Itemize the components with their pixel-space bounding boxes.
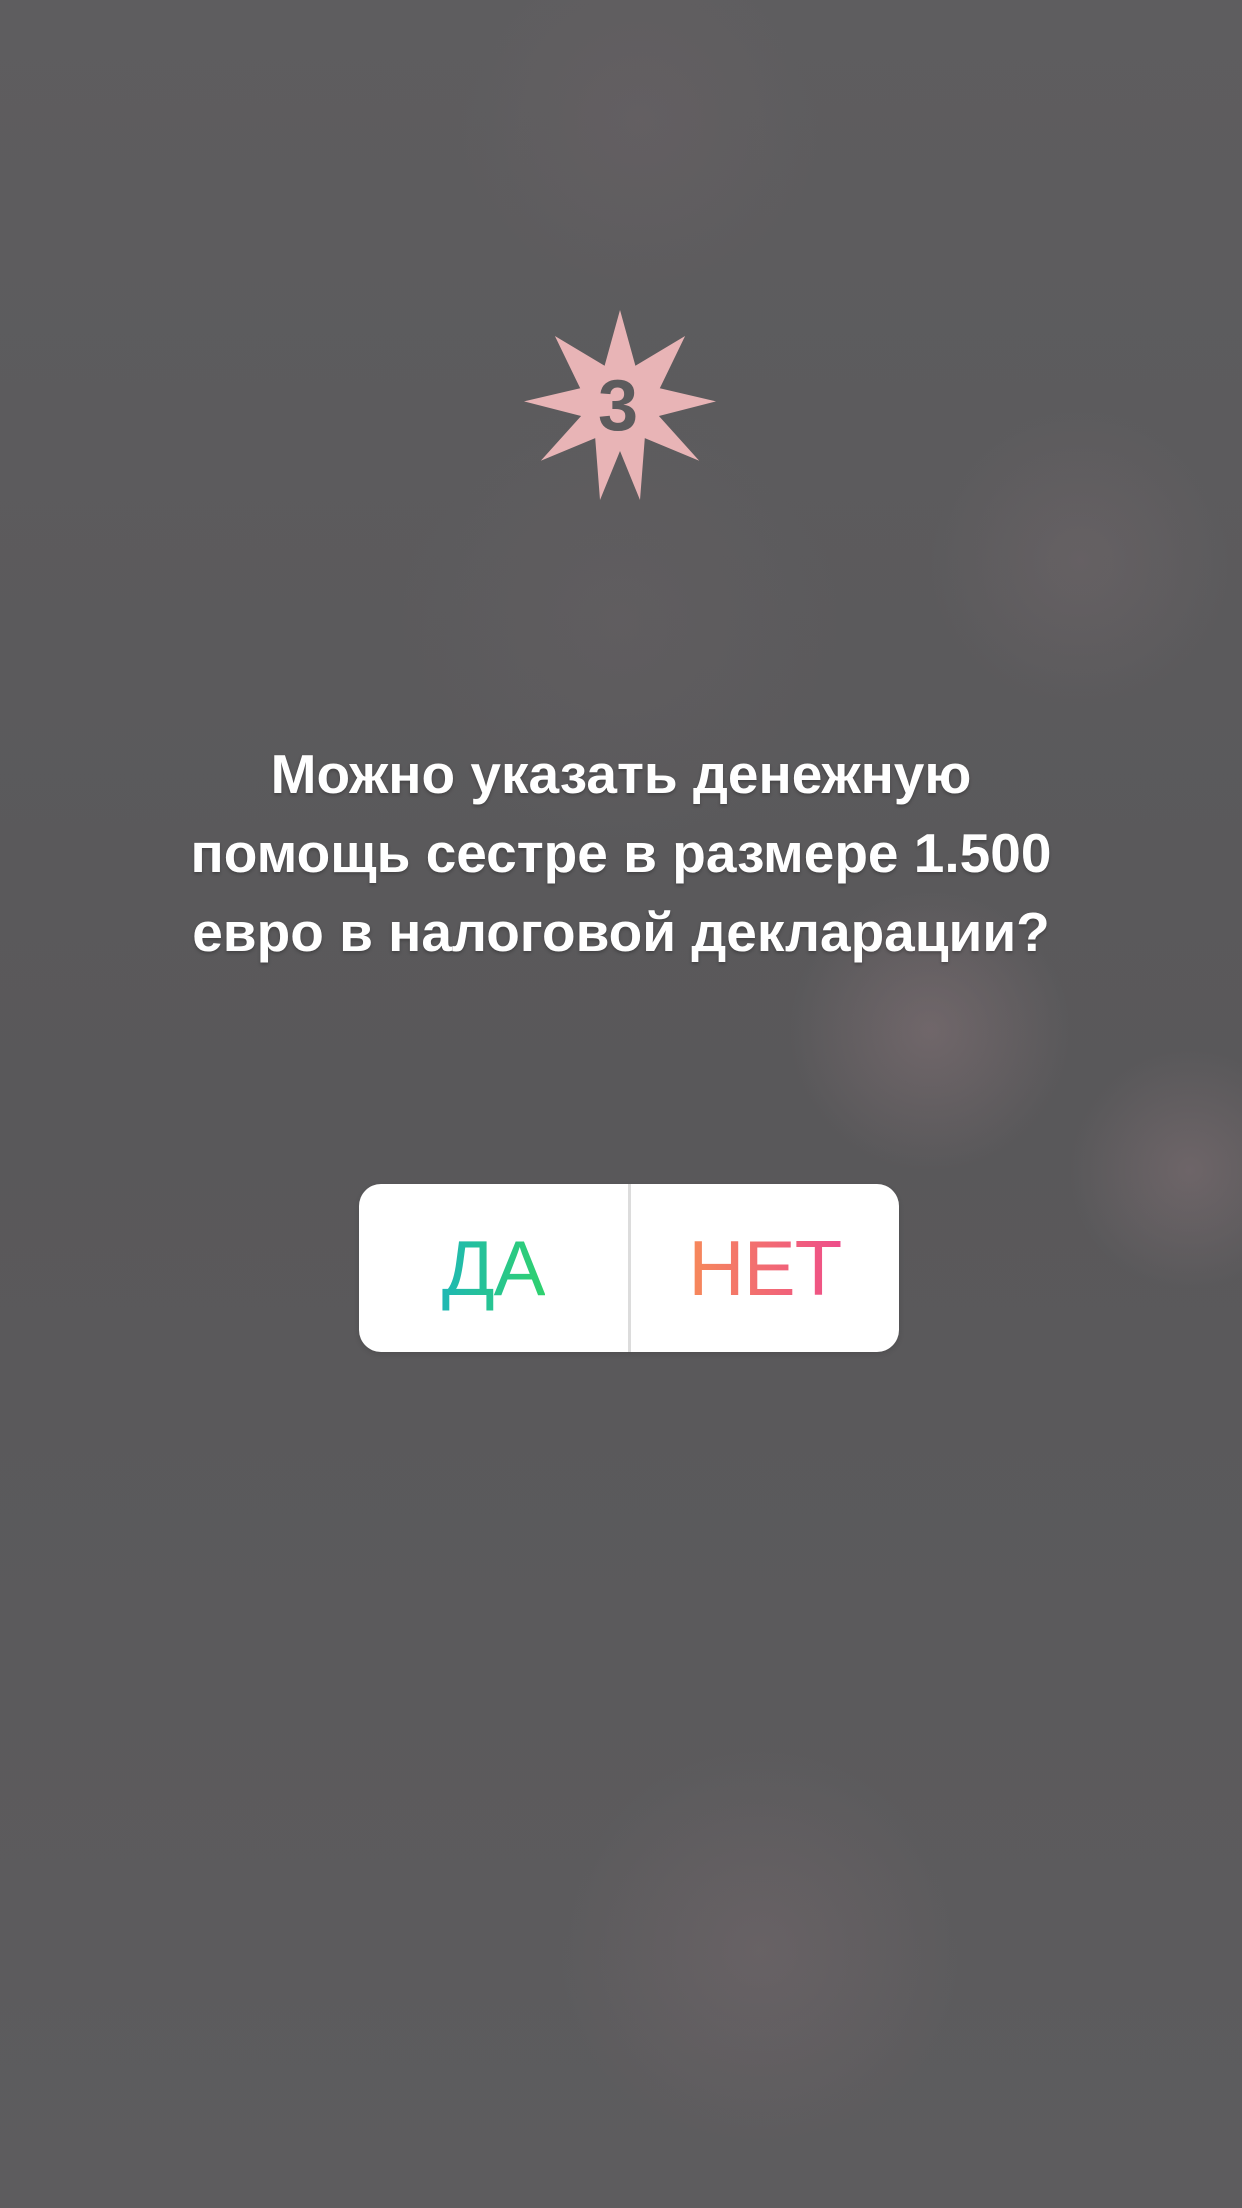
poll-sticker: ДА НЕТ (359, 1184, 899, 1352)
star-badge-icon: 3 (524, 310, 716, 500)
number-sticker: 3 (520, 308, 720, 508)
question-line-1: Можно указать денежную (270, 743, 972, 805)
question-line-3: евро в налоговой декларации? (192, 901, 1050, 963)
poll-no-button[interactable]: НЕТ (631, 1184, 900, 1352)
poll-yes-label: ДА (441, 1223, 546, 1312)
sticker-number: 3 (598, 366, 638, 446)
question-text: Можно указать денежную помощь сестре в р… (100, 735, 1142, 972)
question-line-2: помощь сестре в размере 1.500 (190, 822, 1052, 884)
poll-yes-button[interactable]: ДА (359, 1184, 628, 1352)
poll-no-label: НЕТ (688, 1223, 842, 1312)
